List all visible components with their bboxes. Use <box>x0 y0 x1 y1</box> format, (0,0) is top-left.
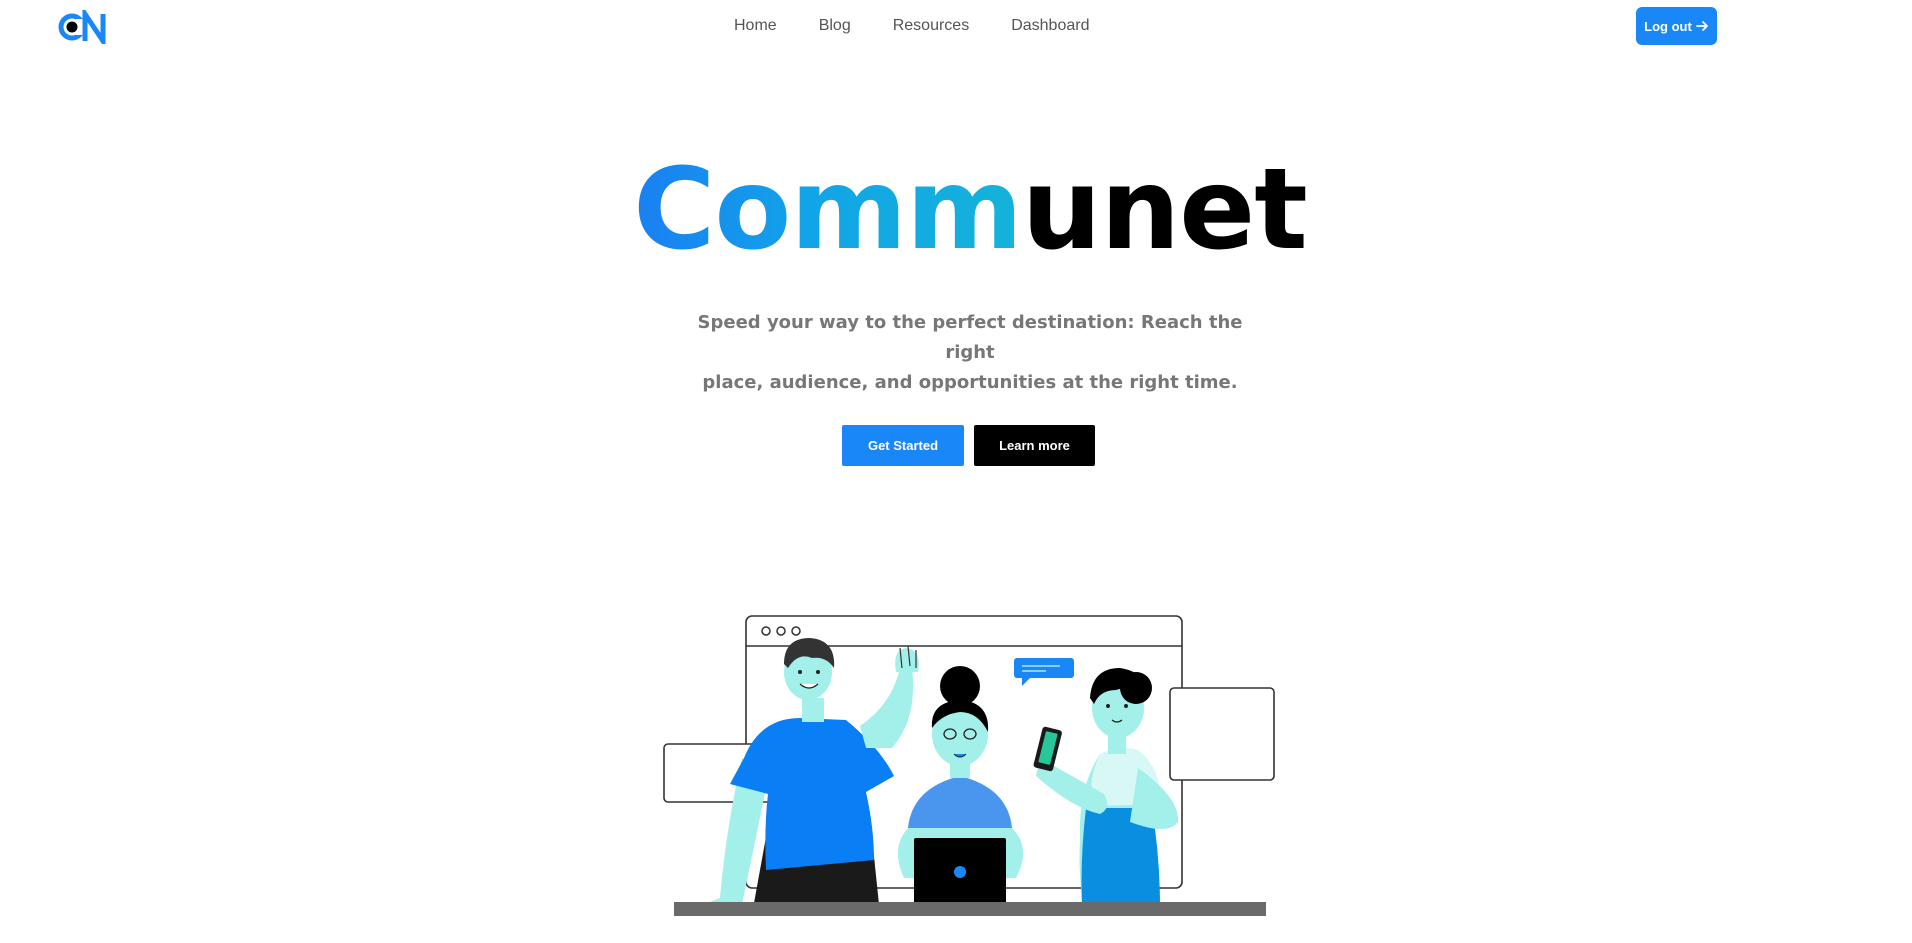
hero-title-highlight: Comm <box>633 145 1023 275</box>
side-panel-right <box>1169 687 1275 781</box>
nav-home[interactable]: Home <box>734 17 777 35</box>
arrow-right-icon <box>1695 21 1708 31</box>
nav-resources[interactable]: Resources <box>893 17 969 35</box>
logout-button[interactable]: Log out <box>1636 7 1717 45</box>
cn-logo-icon <box>58 5 106 50</box>
desk-graphic <box>674 902 1266 916</box>
main-nav: Home Blog Resources Dashboard <box>734 17 1089 35</box>
logo-link[interactable] <box>58 5 114 50</box>
nav-blog[interactable]: Blog <box>819 17 851 35</box>
get-started-button[interactable]: Get Started <box>842 425 964 466</box>
logout-label: Log out <box>1644 18 1692 34</box>
team-illustration <box>663 615 1275 916</box>
hero-subtitle: Speed your way to the perfect destinatio… <box>680 308 1260 398</box>
hero-title-rest: unet <box>1021 145 1308 275</box>
nav-dashboard[interactable]: Dashboard <box>1011 17 1089 35</box>
hero-subtitle-line1: Speed your way to the perfect destinatio… <box>697 312 1243 363</box>
hero-subtitle-line2: place, audience, and opportunities at th… <box>702 372 1238 393</box>
hero-title: Communet <box>0 140 1912 280</box>
learn-more-button[interactable]: Learn more <box>974 425 1095 466</box>
landing-page: Home Blog Resources Dashboard Log out Co… <box>0 0 1912 943</box>
cta-group: Get Started Learn more <box>842 425 1095 466</box>
